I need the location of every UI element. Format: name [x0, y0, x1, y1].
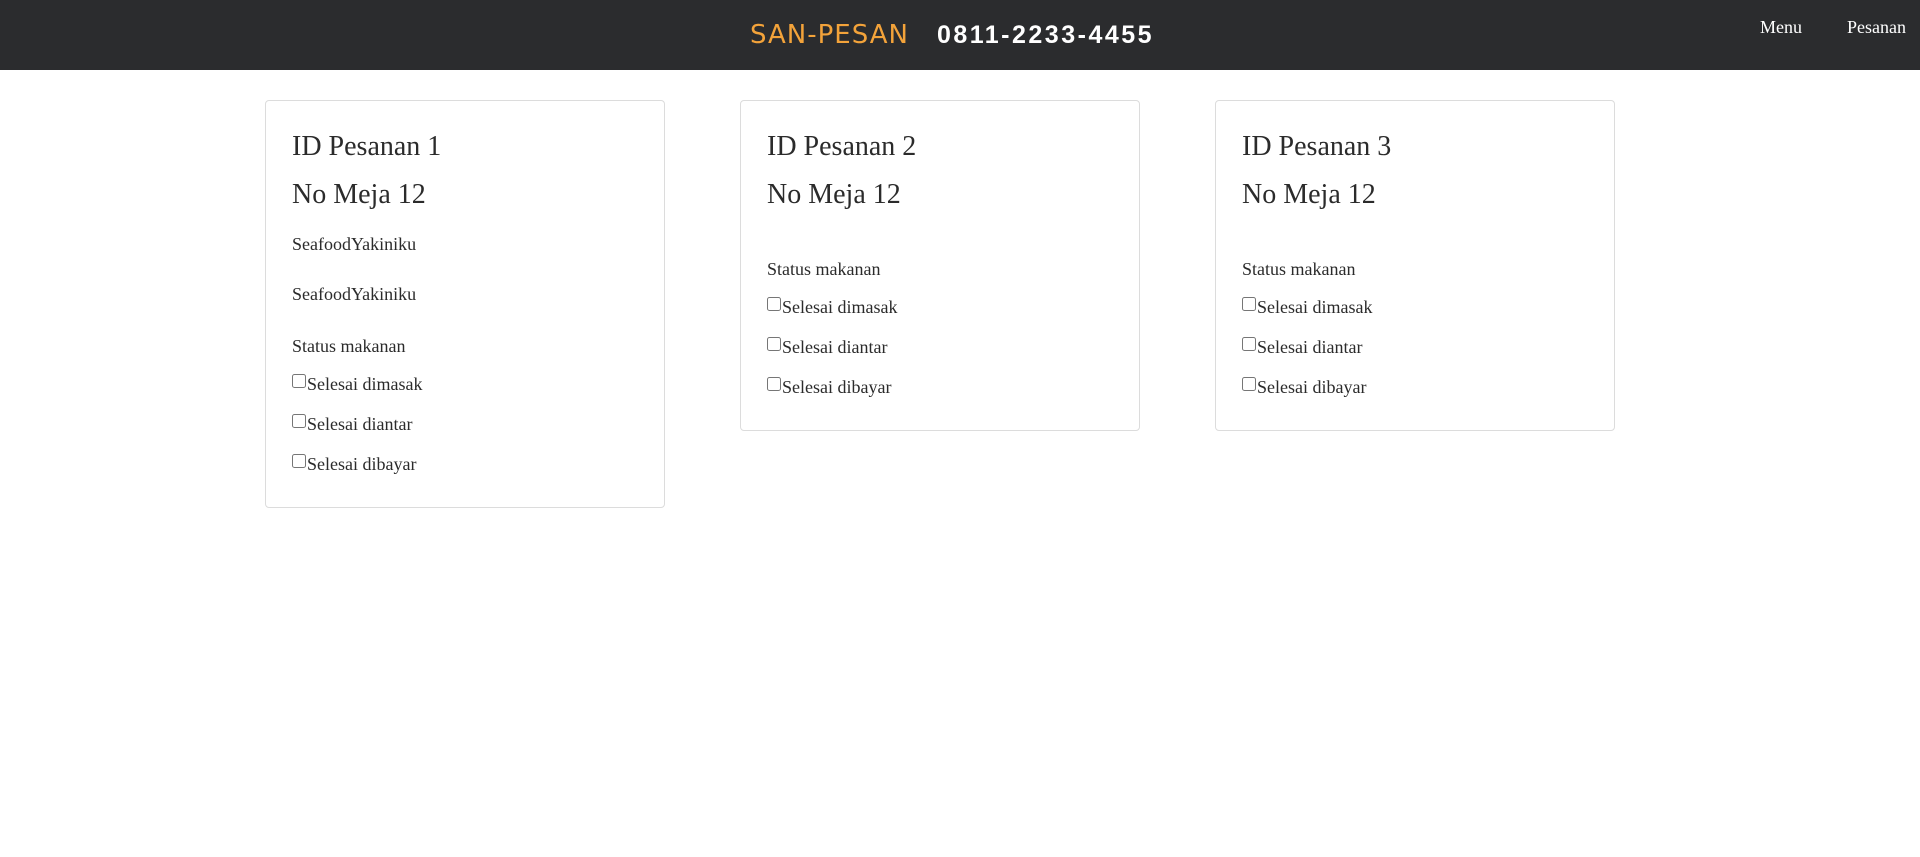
status-paid-row[interactable]: Selesai dibayar	[1242, 376, 1589, 398]
table-number: No Meja 12	[1242, 179, 1376, 210]
status-cooked-label: Selesai dimasak	[307, 374, 423, 394]
status-cooked-checkbox[interactable]	[292, 374, 306, 388]
status-delivered-label: Selesai diantar	[782, 337, 888, 357]
status-delivered-row[interactable]: Selesai diantar	[1242, 336, 1589, 358]
brand-phone: 0811-2233-4455	[936, 20, 1155, 49]
status-delivered-checkbox[interactable]	[1242, 337, 1256, 351]
order-id: ID Pesanan 2	[767, 131, 917, 162]
status-paid-label: Selesai dibayar	[782, 377, 892, 397]
nav-link-orders[interactable]: Pesanan	[1847, 17, 1906, 38]
brand: SAN-PESAN 0811-2233-4455	[750, 16, 1154, 54]
table-number: No Meja 12	[292, 179, 426, 210]
status-delivered-row[interactable]: Selesai diantar	[292, 413, 639, 435]
status-cooked-checkbox[interactable]	[1242, 297, 1256, 311]
order-card: ID Pesanan 1 No Meja 12 SeafoodYakiniku …	[265, 100, 665, 508]
status-delivered-row[interactable]: Selesai diantar	[767, 336, 1114, 358]
order-items	[767, 219, 1114, 235]
status-paid-label: Selesai dibayar	[307, 454, 417, 474]
order-items: SeafoodYakiniku SeafoodYakiniku	[292, 233, 639, 305]
status-label: Status makanan	[767, 259, 881, 279]
order-cards: ID Pesanan 1 No Meja 12 SeafoodYakiniku …	[265, 100, 1615, 508]
status-delivered-checkbox[interactable]	[767, 337, 781, 351]
order-items	[1242, 219, 1589, 235]
status-label: Status makanan	[1242, 259, 1356, 279]
table-number: No Meja 12	[767, 179, 901, 210]
status-paid-checkbox[interactable]	[292, 454, 306, 468]
status-cooked-checkbox[interactable]	[767, 297, 781, 311]
order-id: ID Pesanan 3	[1242, 131, 1392, 162]
status-paid-label: Selesai dibayar	[1257, 377, 1367, 397]
status-paid-row[interactable]: Selesai dibayar	[292, 453, 639, 475]
order-card: ID Pesanan 2 No Meja 12 Status makanan S…	[740, 100, 1140, 431]
brand-name: SAN-PESAN	[750, 20, 909, 50]
order-id: ID Pesanan 1	[292, 131, 442, 162]
status-label: Status makanan	[292, 336, 406, 356]
status-cooked-label: Selesai dimasak	[1257, 297, 1373, 317]
status-paid-checkbox[interactable]	[1242, 377, 1256, 391]
status-paid-checkbox[interactable]	[767, 377, 781, 391]
status-cooked-label: Selesai dimasak	[782, 297, 898, 317]
status-paid-row[interactable]: Selesai dibayar	[767, 376, 1114, 398]
nav-link-menu[interactable]: Menu	[1760, 17, 1802, 38]
order-card: ID Pesanan 3 No Meja 12 Status makanan S…	[1215, 100, 1615, 431]
order-item: SeafoodYakiniku	[292, 234, 417, 254]
nav-links: Menu Pesanan	[1760, 0, 1920, 54]
status-delivered-label: Selesai diantar	[1257, 337, 1363, 357]
order-item: SeafoodYakiniku	[292, 284, 417, 304]
status-cooked-row[interactable]: Selesai dimasak	[767, 296, 1114, 318]
top-navbar: SAN-PESAN 0811-2233-4455 Menu Pesanan	[0, 0, 1920, 70]
status-delivered-label: Selesai diantar	[307, 414, 413, 434]
status-cooked-row[interactable]: Selesai dimasak	[292, 373, 639, 395]
status-delivered-checkbox[interactable]	[292, 414, 306, 428]
status-cooked-row[interactable]: Selesai dimasak	[1242, 296, 1589, 318]
